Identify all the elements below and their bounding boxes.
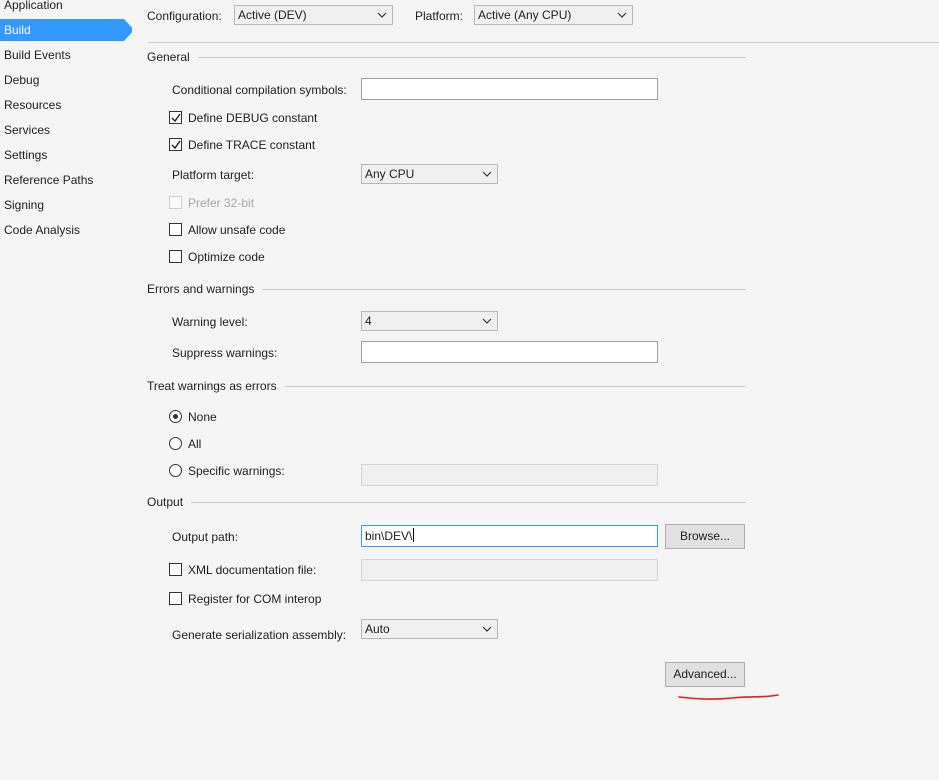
platform-label: Platform: (415, 9, 464, 23)
checkmark-icon (171, 113, 181, 123)
xml-documentation-label[interactable]: XML documentation file: (188, 563, 316, 577)
radio-all-label[interactable]: All (188, 437, 201, 451)
output-path-label: Output path: (172, 530, 239, 544)
sidebar-item-services[interactable]: Services (0, 119, 122, 141)
sidebar-item-build-events[interactable]: Build Events (0, 44, 122, 66)
conditional-symbols-label: Conditional compilation symbols: (172, 83, 347, 97)
output-path-input[interactable]: bin\DEV\ (361, 525, 658, 547)
platform-target-value: Any CPU (365, 167, 415, 181)
suppress-warnings-input[interactable] (361, 341, 658, 363)
sidebar-item-application[interactable]: Application (0, 0, 122, 16)
conditional-symbols-input[interactable] (361, 78, 658, 100)
text-caret (413, 528, 415, 542)
sidebar-nav: Application Build Build Events Debug Res… (0, 0, 134, 780)
define-debug-checkbox[interactable] (169, 111, 182, 124)
browse-button[interactable]: Browse... (665, 524, 745, 549)
configuration-select[interactable]: Active (DEV) (234, 5, 393, 25)
serialization-assembly-value: Auto (365, 622, 390, 636)
radio-specific[interactable] (169, 464, 182, 477)
warning-level-label: Warning level: (172, 315, 248, 329)
section-divider (147, 57, 746, 58)
prefer-32bit-checkbox (169, 196, 182, 209)
radio-specific-label[interactable]: Specific warnings: (188, 464, 285, 478)
xml-documentation-checkbox[interactable] (169, 563, 182, 576)
chevron-down-icon (377, 12, 387, 18)
chevron-down-icon (482, 626, 492, 632)
section-title-errors-warnings: Errors and warnings (147, 282, 263, 296)
radio-selected-dot (173, 414, 178, 419)
configuration-select-value: Active (DEV) (238, 8, 307, 22)
optimize-code-checkbox[interactable] (169, 250, 182, 263)
specific-warnings-input (361, 464, 658, 486)
output-path-value: bin\DEV\ (365, 529, 413, 543)
radio-none-label[interactable]: None (188, 410, 217, 424)
section-title-treat-warnings: Treat warnings as errors (147, 379, 285, 393)
platform-target-label: Platform target: (172, 168, 255, 182)
radio-none[interactable] (169, 410, 182, 423)
sidebar-item-signing[interactable]: Signing (0, 194, 122, 216)
section-title-general: General (147, 50, 198, 64)
section-divider (147, 502, 746, 503)
serialization-assembly-label: Generate serialization assembly: (172, 628, 347, 642)
chevron-down-icon (617, 12, 627, 18)
section-title-output: Output (147, 495, 192, 509)
build-properties-pane: Configuration: Active (DEV) Platform: Ac… (132, 0, 939, 780)
sidebar-item-settings[interactable]: Settings (0, 144, 122, 166)
suppress-warnings-label: Suppress warnings: (172, 346, 278, 360)
sidebar-item-build[interactable]: Build (0, 19, 134, 41)
platform-target-select[interactable]: Any CPU (361, 164, 498, 184)
configuration-label: Configuration: (147, 9, 222, 23)
allow-unsafe-label[interactable]: Allow unsafe code (188, 223, 285, 237)
warning-level-value: 4 (365, 314, 372, 328)
advanced-button[interactable]: Advanced... (665, 662, 745, 687)
xml-documentation-input (361, 559, 658, 581)
sidebar-item-reference-paths[interactable]: Reference Paths (0, 169, 122, 191)
platform-select-value: Active (Any CPU) (478, 8, 572, 22)
sidebar-item-resources[interactable]: Resources (0, 94, 122, 116)
define-debug-label[interactable]: Define DEBUG constant (188, 111, 317, 125)
serialization-assembly-select[interactable]: Auto (361, 619, 498, 639)
allow-unsafe-checkbox[interactable] (169, 223, 182, 236)
checkmark-icon (171, 140, 181, 150)
define-trace-label[interactable]: Define TRACE constant (188, 138, 315, 152)
define-trace-checkbox[interactable] (169, 138, 182, 151)
radio-all[interactable] (169, 437, 182, 450)
register-com-label[interactable]: Register for COM interop (188, 592, 321, 606)
optimize-code-label[interactable]: Optimize code (188, 250, 265, 264)
sidebar-item-code-analysis[interactable]: Code Analysis (0, 219, 122, 241)
chevron-down-icon (482, 171, 492, 177)
red-underline-annotation (678, 694, 779, 700)
prefer-32bit-label: Prefer 32-bit (188, 196, 255, 210)
sidebar-item-debug[interactable]: Debug (0, 69, 122, 91)
warning-level-select[interactable]: 4 (361, 311, 498, 331)
register-com-checkbox[interactable] (169, 592, 182, 605)
chevron-down-icon (482, 318, 492, 324)
toolbar-divider (148, 42, 939, 43)
platform-select[interactable]: Active (Any CPU) (474, 5, 633, 25)
